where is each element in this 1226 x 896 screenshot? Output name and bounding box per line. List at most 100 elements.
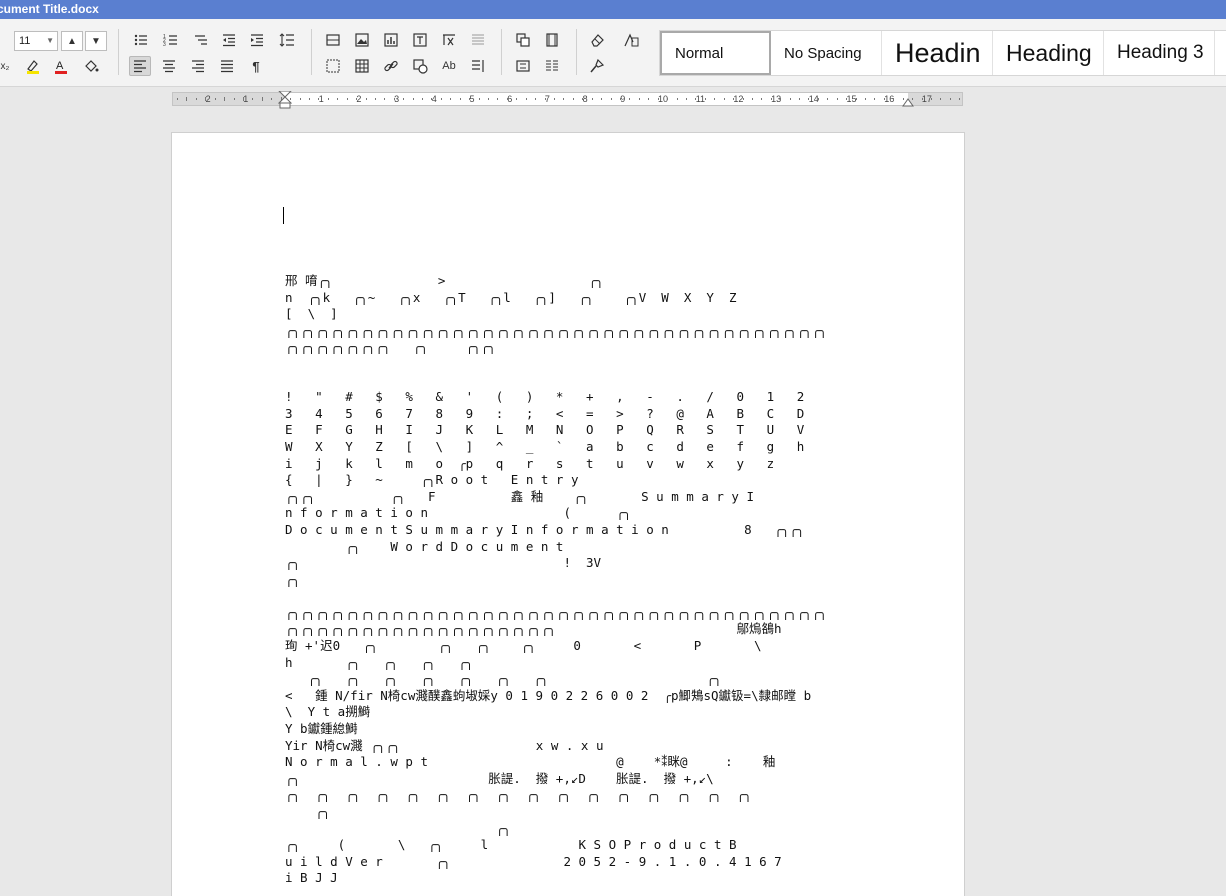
document-line: ╭╮ W o r d D o c u m e n t: [285, 538, 564, 554]
document-line: h ╭╮ ╭╮ ╭╮ ╭╮: [285, 654, 474, 670]
decrease-font-size-button[interactable]: ▼: [85, 31, 107, 51]
paintbrush-icon: [590, 58, 605, 73]
hyperlink-button[interactable]: [380, 56, 402, 76]
font-color-button[interactable]: A: [50, 56, 72, 76]
ruler-tick: [591, 98, 593, 100]
text-box-button[interactable]: [409, 30, 431, 50]
ruler-tick: [799, 98, 801, 100]
ruler-tick: [572, 98, 574, 100]
style-heading-3[interactable]: Heading 3: [1104, 31, 1215, 75]
style-heading-1[interactable]: Headin: [882, 31, 993, 75]
highlight-button[interactable]: [22, 56, 44, 76]
line-spacing-button[interactable]: [276, 30, 298, 50]
subscript-button[interactable]: x₂: [0, 56, 16, 76]
ruler-tick: [836, 98, 838, 100]
bullets-button[interactable]: [130, 30, 152, 50]
table-icon: [355, 59, 369, 73]
style-label: Heading 3: [1117, 42, 1204, 63]
ruler-number: 6: [507, 94, 513, 104]
ruler-tick: [450, 98, 452, 100]
group-button[interactable]: [512, 56, 534, 76]
document-line: [ \ ]: [285, 306, 338, 322]
align-center-button[interactable]: [158, 56, 180, 76]
format-painter-button[interactable]: [586, 56, 608, 76]
ruler-tick: [365, 98, 367, 100]
decrease-indent-button[interactable]: [218, 30, 240, 50]
justify-button[interactable]: [216, 56, 238, 76]
ruler-tick: [403, 98, 405, 100]
ruler-tick: [940, 98, 942, 100]
ruler-tick: [959, 98, 961, 100]
ruler-tick: [488, 98, 490, 100]
columns-button[interactable]: [467, 30, 489, 50]
show-formatting-button[interactable]: ¶: [245, 56, 267, 76]
font-size-combo[interactable]: 11 ▼: [14, 31, 58, 51]
style-label: Normal: [675, 44, 724, 62]
chart-button[interactable]: [380, 30, 402, 50]
document-line: E F G H I J K L M N O P Q R S T U V: [285, 422, 805, 438]
separator: [576, 29, 577, 75]
document-line: 珣 +'迟0 ╭╮ ╭╮ ╭╮ ╭╮ 0 < P \: [285, 638, 762, 654]
ruler-tick: [233, 98, 235, 100]
ruler-tick: [657, 98, 659, 100]
document-line: ╭╮: [285, 804, 331, 819]
style-no-spacing[interactable]: No Spacing: [771, 31, 882, 75]
style-normal[interactable]: Normal: [660, 31, 771, 75]
chevron-down-icon: ▼: [91, 35, 101, 47]
document-line: D o c u m e n t S u m m a r y I n f o r …: [285, 521, 805, 537]
right-indent-marker-icon[interactable]: [902, 95, 914, 107]
columns-layout-button[interactable]: [541, 56, 563, 76]
page-layout-button[interactable]: [322, 30, 344, 50]
wordart-icon: Ab: [442, 60, 456, 72]
ribbon-toolbar: 11 ▼ ▲ ▼ x₂ A 123 ¶ Ab Normal No Spacing…: [0, 19, 1226, 87]
ruler-tick: [252, 98, 254, 100]
ruler-tick: [648, 98, 650, 100]
style-heading-2[interactable]: Heading: [993, 31, 1104, 75]
increase-font-size-button[interactable]: ▲: [61, 31, 83, 51]
svg-text:3: 3: [163, 42, 166, 48]
document-line: ╭╮ ! 3V: [285, 555, 602, 571]
numbering-button[interactable]: 123: [160, 30, 182, 50]
separator: [501, 29, 502, 75]
document-line: u i l d V e r ╭╮ 2 0 5 2 - 9 . 1 . 0 . 4…: [285, 853, 782, 869]
page-border-icon: [326, 34, 340, 46]
borders-button[interactable]: [322, 56, 344, 76]
increase-indent-button[interactable]: [246, 30, 268, 50]
ruler-tick: [817, 98, 819, 100]
indent-marker-icon[interactable]: [278, 91, 292, 109]
arrange-button[interactable]: [512, 30, 534, 50]
chevron-down-icon: ▼: [46, 36, 54, 45]
document-body[interactable]: 邢 唷╭╮ > ╭╮ n ╭╮k ╭╮~ ╭╮x ╭╮T ╭╮l ╭╮] ╭╮ ╭…: [285, 273, 925, 887]
document-line: ╭╮: [285, 571, 301, 587]
text-direction-button[interactable]: [467, 56, 489, 76]
formula-button[interactable]: [438, 30, 460, 50]
ruler-tick: [629, 98, 631, 100]
align-left-button[interactable]: [129, 56, 151, 76]
table-button[interactable]: [351, 56, 373, 76]
ruler-tick: [676, 98, 678, 100]
document-line: ╭╮╭╮╭╮╭╮╭╮╭╮╭╮╭╮╭╮╭╮╭╮╭╮╭╮╭╮╭╮╭╮╭╮╭╮╭╮╭╮…: [285, 322, 827, 338]
ruler-tick: [186, 97, 188, 101]
document-line: ╭╮╭╮╭╮╭╮╭╮╭╮╭╮ ╭╮ ╭╮╭╮: [285, 339, 496, 355]
wordart-button[interactable]: Ab: [438, 56, 460, 76]
clear-formatting-button[interactable]: [586, 30, 608, 50]
ruler-tick: [214, 98, 216, 100]
ruler-number: 5: [469, 94, 475, 104]
arrange-icon: [516, 33, 530, 47]
borders-icon: [326, 59, 340, 73]
align-right-button[interactable]: [187, 56, 209, 76]
document-line: i B J J: [285, 870, 338, 886]
shading-button[interactable]: [80, 56, 102, 76]
multilevel-list-button[interactable]: [190, 30, 212, 50]
horizontal-ruler[interactable]: 2 1 1 2 3 4 5 6 7 8 9 10 11 12 13 14 15 16 17: [172, 91, 963, 109]
shapes-button[interactable]: [409, 56, 431, 76]
picture-button[interactable]: [351, 30, 373, 50]
pilcrow-icon: ¶: [252, 58, 260, 74]
ruler-tick: [770, 98, 772, 100]
styles-pane-button[interactable]: [620, 30, 642, 50]
page-setup-button[interactable]: [541, 30, 563, 50]
ruler-tick: [205, 97, 207, 101]
ruler-tick: [177, 98, 178, 100]
document-line: Yir N椅cw濺 ╭╮╭╮ x w . x u: [285, 737, 604, 753]
